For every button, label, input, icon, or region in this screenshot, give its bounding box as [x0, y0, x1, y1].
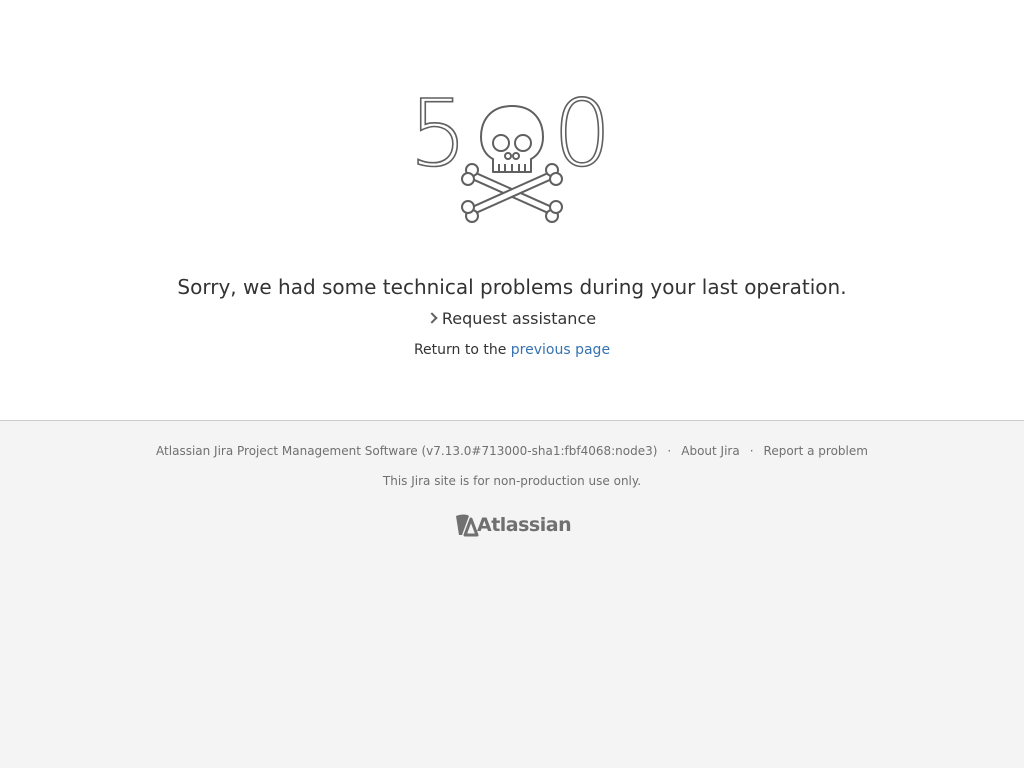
error-code-digit-five: 5 — [408, 80, 468, 187]
return-prefix: Return to the — [413, 342, 507, 358]
previous-page-link[interactable]: previous page — [511, 342, 610, 358]
footer-separator: · — [749, 444, 754, 458]
footer-software-version: Atlassian Jira Project Management Softwa… — [156, 444, 658, 458]
atlassian-wordmark: Atlassian — [477, 514, 572, 536]
footer: Atlassian Jira Project Management Softwa… — [0, 420, 1024, 768]
skull-and-crossbones-icon — [461, 105, 563, 223]
request-assistance-toggle[interactable]: Request assistance — [0, 306, 1024, 332]
footer-links: Atlassian Jira Project Management Softwa… — [0, 441, 1024, 461]
error-code-digit-zero: 0 — [552, 80, 612, 187]
error-headline: Sorry, we had some technical problems du… — [177, 275, 847, 299]
error-500-graphic: 5 0 — [0, 80, 1024, 228]
error-page-main: 5 0 Sorry, we had some technical problem… — [0, 0, 1024, 420]
atlassian-logo[interactable]: Atlassian — [455, 511, 572, 539]
return-line: Return to the previous page — [0, 339, 1024, 361]
report-problem-link[interactable]: Report a problem — [764, 444, 868, 458]
request-assistance-label: Request assistance — [441, 309, 597, 328]
footer-separator: · — [667, 444, 672, 458]
non-production-note: This Jira site is for non-production use… — [382, 474, 642, 488]
chevron-right-icon — [426, 312, 438, 324]
about-jira-link[interactable]: About Jira — [681, 444, 739, 458]
